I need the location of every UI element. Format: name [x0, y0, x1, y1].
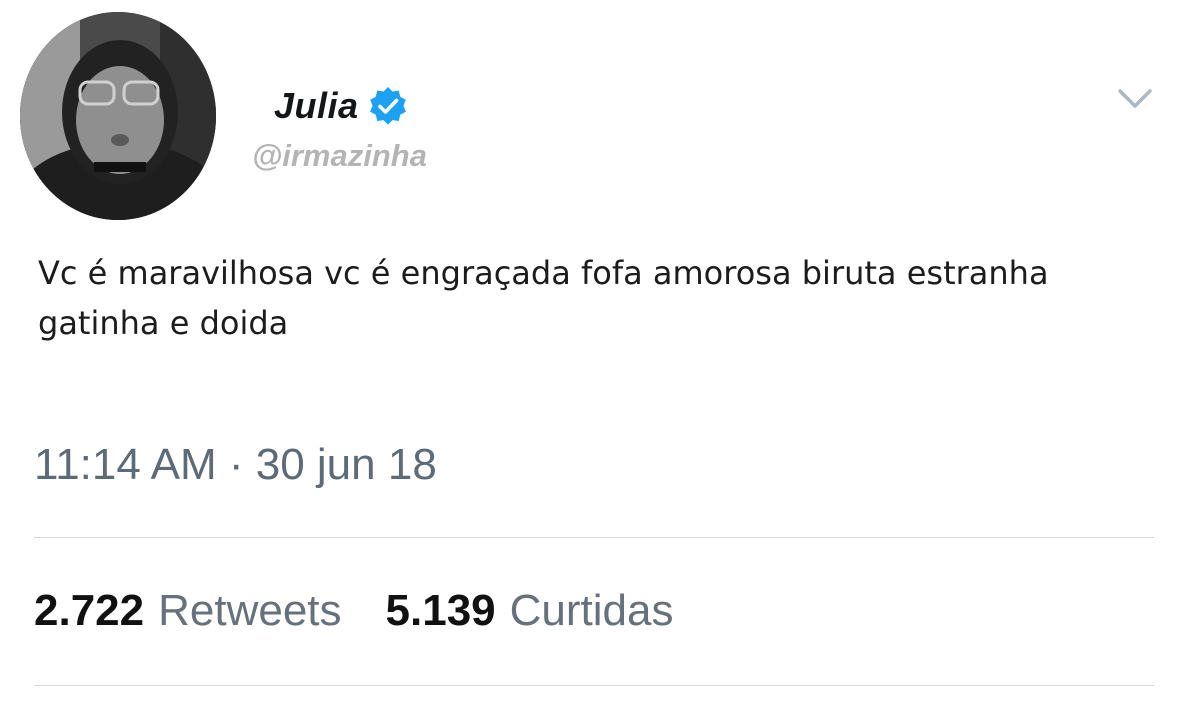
retweets-label: Retweets: [158, 586, 342, 635]
avatar-photo: [20, 12, 216, 220]
verified-badge-icon: [367, 85, 409, 127]
likes-label: Curtidas: [509, 586, 674, 635]
user-handle[interactable]: @irmazinha: [252, 138, 427, 174]
tweet-text: Vc é maravilhosa vc é engraçada fofa amo…: [38, 248, 1158, 348]
tweet-text-line-1: Vc é maravilhosa vc é engraçada fofa amo…: [38, 254, 1049, 292]
divider: [34, 685, 1154, 686]
likes-stat[interactable]: 5.139 Curtidas: [386, 586, 674, 636]
likes-count: 5.139: [385, 586, 496, 635]
tweet-text-line-2: gatinha e doida: [38, 304, 289, 342]
tweet-card: Julia @irmazinha Vc é maravilhosa vc é e…: [0, 0, 1184, 702]
display-name[interactable]: Julia: [274, 85, 359, 127]
name-row: Julia: [274, 84, 409, 128]
divider: [34, 537, 1154, 538]
retweets-stat[interactable]: 2.722 Retweets: [34, 586, 342, 636]
retweets-count: 2.722: [34, 586, 145, 635]
tweet-stats: 2.722 Retweets 5.139 Curtidas: [34, 586, 673, 636]
tweet-timestamp[interactable]: 11:14 AM · 30 jun 18: [34, 440, 437, 490]
chevron-down-icon[interactable]: [1116, 86, 1154, 112]
avatar[interactable]: [20, 12, 216, 220]
